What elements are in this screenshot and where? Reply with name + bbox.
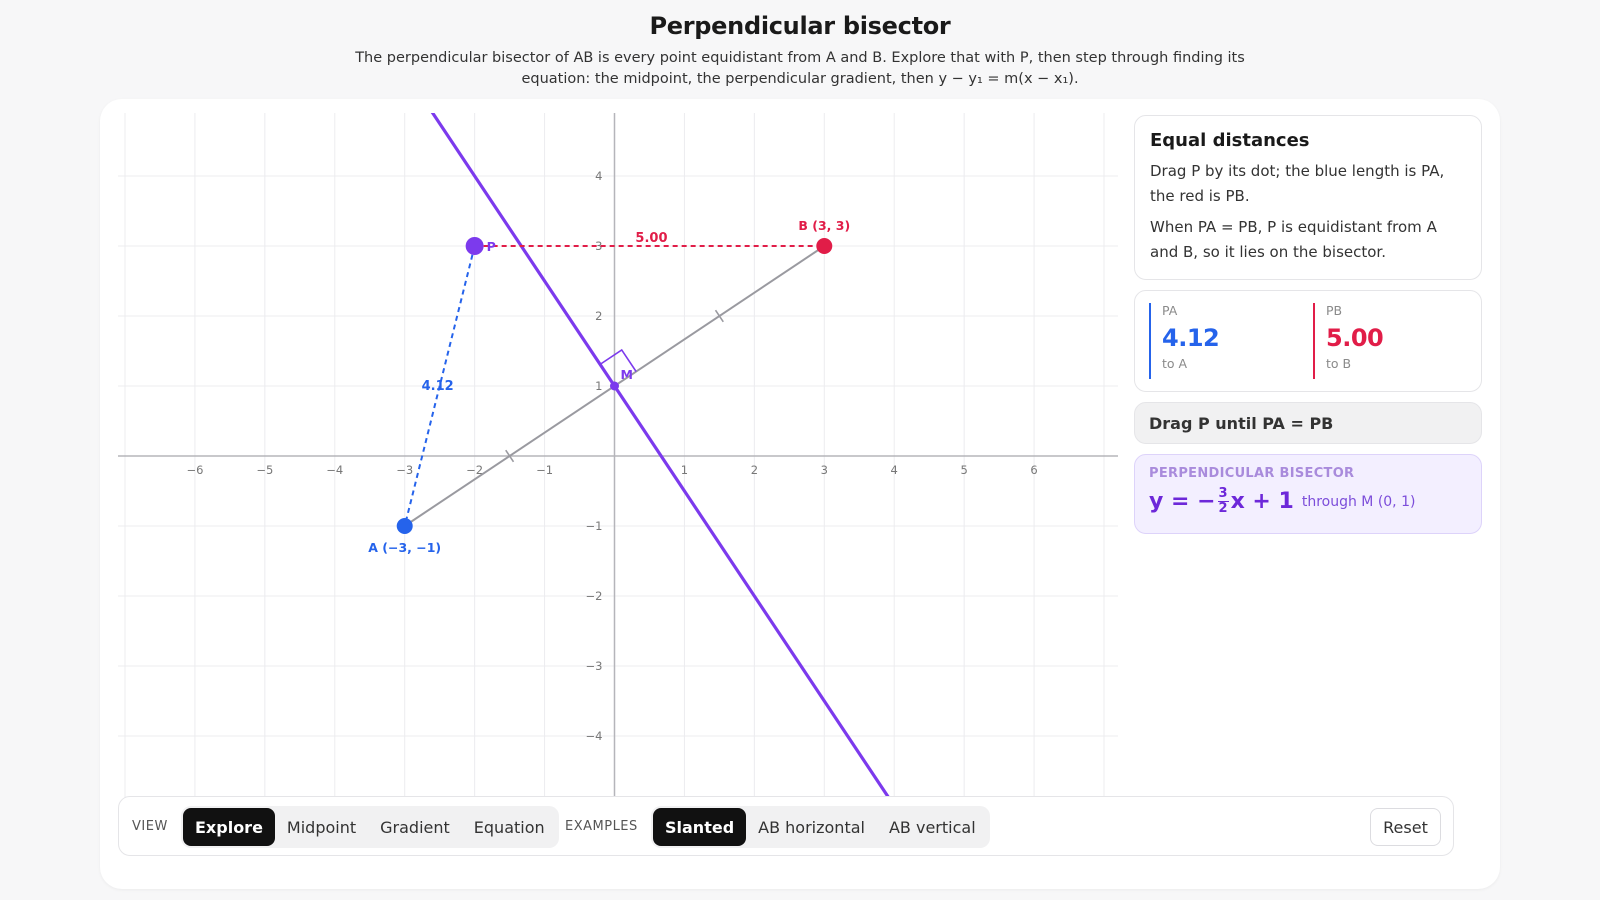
x-tick-label: 1 bbox=[681, 463, 688, 477]
view-segmented-control: Explore Midpoint Gradient Equation bbox=[181, 806, 559, 848]
point-a-label: A (−3, −1) bbox=[368, 540, 441, 555]
info-line-1: Drag P by its dot; the blue length is PA… bbox=[1150, 162, 1445, 205]
coordinate-plane[interactable]: −6 −5 −4 −3 −2 −1 1 2 3 4 5 6 −4 −3 −2 −1 1 2 3 4 4.12 5.00 M A… bbox=[118, 113, 1118, 799]
gradient-fraction: 3 2 bbox=[1217, 486, 1229, 516]
point-b-dot bbox=[816, 238, 833, 254]
y-tick-label: 1 bbox=[595, 379, 602, 393]
view-explore-button[interactable]: Explore bbox=[183, 808, 275, 846]
y-tick-label: −1 bbox=[586, 519, 603, 533]
fraction-numerator: 3 bbox=[1217, 486, 1229, 502]
main-card: −6 −5 −4 −3 −2 −1 1 2 3 4 5 6 −4 −3 −2 −1 1 2 3 4 4.12 5.00 M A… bbox=[100, 99, 1500, 889]
x-tick-label: 2 bbox=[751, 463, 758, 477]
y-tick-label: 4 bbox=[595, 169, 602, 183]
info-panel: Equal distances Drag P by its dot; the b… bbox=[1134, 115, 1482, 280]
pa-value: 4.12 bbox=[1162, 324, 1220, 352]
midpoint-m-dot bbox=[610, 381, 620, 391]
pa-length-label: 4.12 bbox=[422, 379, 454, 394]
reset-button[interactable]: Reset bbox=[1370, 808, 1441, 846]
info-line-2: When PA = PB, P is equidistant from A an… bbox=[1150, 218, 1437, 261]
pa-readout: PA 4.12 to A bbox=[1149, 303, 1220, 379]
equation-start: y = − bbox=[1149, 489, 1216, 514]
page-title: Perpendicular bisector bbox=[649, 12, 951, 40]
equation-end: x + 1 bbox=[1230, 489, 1294, 514]
example-ab-vertical-button[interactable]: AB vertical bbox=[877, 808, 988, 846]
x-tick-label: 4 bbox=[891, 463, 898, 477]
midpoint-m-label: M bbox=[621, 367, 633, 382]
examples-segmented-control: Slanted AB horizontal AB vertical bbox=[651, 806, 990, 848]
x-tick-label: 6 bbox=[1030, 463, 1037, 477]
pa-sub: to A bbox=[1162, 356, 1188, 371]
point-p-label: P bbox=[487, 239, 496, 254]
equation-through: through M (0, 1) bbox=[1301, 493, 1416, 510]
equation-row: y = − 3 2 x + 1 through M (0, 1) bbox=[1149, 487, 1467, 516]
toolbar: VIEW Explore Midpoint Gradient Equation … bbox=[118, 796, 1454, 856]
page-subtitle: The perpendicular bisector of AB is ever… bbox=[355, 50, 1245, 87]
view-gradient-button[interactable]: Gradient bbox=[368, 808, 462, 846]
y-tick-label: 2 bbox=[595, 309, 602, 323]
point-a-dot bbox=[396, 518, 413, 534]
example-ab-horizontal-button[interactable]: AB horizontal bbox=[746, 808, 877, 846]
view-label: VIEW bbox=[132, 819, 168, 834]
examples-label: EXAMPLES bbox=[565, 819, 638, 834]
info-title: Equal distances bbox=[1150, 130, 1310, 151]
y-tick-label: −4 bbox=[586, 729, 603, 743]
bisector-equation-panel: PERPENDICULAR BISECTOR y = − 3 2 x + 1 t… bbox=[1134, 454, 1482, 534]
x-tick-label: −6 bbox=[186, 463, 203, 477]
fraction-denominator: 2 bbox=[1218, 501, 1228, 516]
x-tick-label: 3 bbox=[821, 463, 828, 477]
pb-readout: PB 5.00 to B bbox=[1313, 303, 1384, 379]
y-tick-label: −2 bbox=[586, 589, 603, 603]
header: Perpendicular bisector The perpendicular… bbox=[0, 12, 1600, 90]
view-midpoint-button[interactable]: Midpoint bbox=[275, 808, 368, 846]
x-tick-label: −4 bbox=[326, 463, 343, 477]
x-tick-label: −5 bbox=[256, 463, 273, 477]
x-tick-label: 5 bbox=[960, 463, 967, 477]
pb-sub: to B bbox=[1326, 356, 1352, 371]
status-message: Drag P until PA = PB bbox=[1134, 402, 1482, 444]
side-panel: Equal distances Drag P by its dot; the b… bbox=[1134, 115, 1482, 534]
view-equation-button[interactable]: Equation bbox=[462, 808, 557, 846]
bisector-label: PERPENDICULAR BISECTOR bbox=[1149, 466, 1355, 481]
y-tick-label: −3 bbox=[586, 659, 603, 673]
pb-value: 5.00 bbox=[1326, 324, 1384, 352]
equation: y = − 3 2 x + 1 bbox=[1149, 487, 1294, 516]
x-tick-label: −3 bbox=[396, 463, 413, 477]
pa-label: PA bbox=[1162, 303, 1178, 318]
diagram-svg[interactable]: −6 −5 −4 −3 −2 −1 1 2 3 4 5 6−4−3−2−112344.125.00MA… bbox=[118, 113, 1118, 799]
point-p-drag-handle[interactable] bbox=[465, 237, 484, 255]
point-b-label: B (3, 3) bbox=[798, 218, 850, 233]
pb-label: PB bbox=[1326, 303, 1343, 318]
example-slanted-button[interactable]: Slanted bbox=[653, 808, 747, 846]
distances-panel: PA 4.12 to A PB 5.00 to B bbox=[1134, 290, 1482, 392]
x-tick-label: −1 bbox=[536, 463, 553, 477]
pb-length-label: 5.00 bbox=[635, 231, 667, 246]
